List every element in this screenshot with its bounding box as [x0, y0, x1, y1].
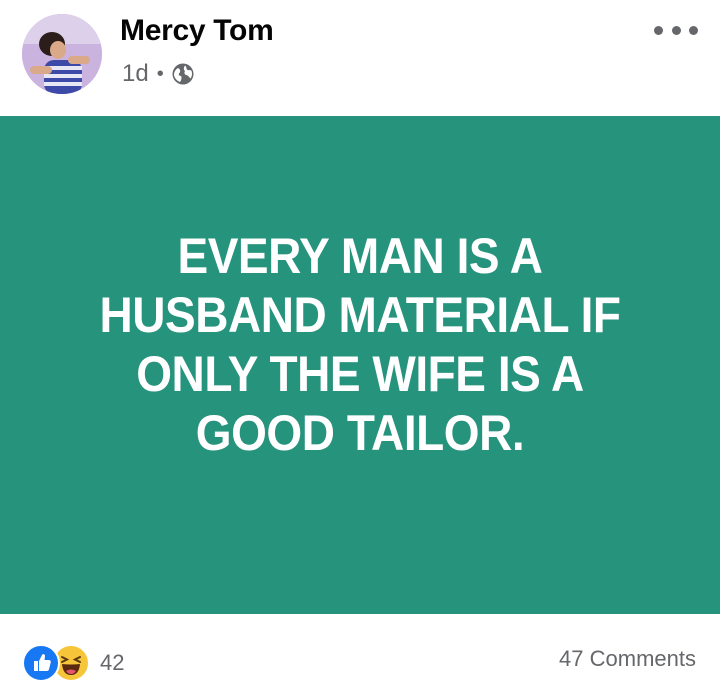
- post-time[interactable]: 1d: [122, 60, 149, 88]
- more-dot-icon: [654, 25, 663, 35]
- post-header: Mercy Tom 1d •: [0, 0, 720, 116]
- reaction-count: 42: [100, 650, 125, 675]
- more-dot-icon: [689, 25, 698, 35]
- post-footer: 42 47 Comments: [0, 614, 720, 699]
- author-name[interactable]: Mercy Tom: [120, 14, 274, 48]
- more-dot-icon: [671, 25, 681, 35]
- meta-separator: •: [156, 62, 164, 85]
- more-options-icon[interactable]: [654, 18, 698, 42]
- post-meta: 1d •: [122, 60, 195, 88]
- avatar[interactable]: [22, 14, 102, 94]
- avatar-image: [22, 14, 102, 94]
- post-text: EVERY MAN IS A HUSBAND MATERIAL IF ONLY …: [99, 228, 621, 461]
- like-icon: [22, 644, 60, 682]
- post-content[interactable]: EVERY MAN IS A HUSBAND MATERIAL IF ONLY …: [0, 116, 720, 614]
- reactions-summary[interactable]: 42: [22, 644, 124, 682]
- globe-icon[interactable]: [171, 62, 195, 86]
- post-card: Mercy Tom 1d • EVERY MAN IS A HUSBAND MA…: [0, 0, 720, 699]
- comments-link[interactable]: 47 Comments: [559, 646, 696, 672]
